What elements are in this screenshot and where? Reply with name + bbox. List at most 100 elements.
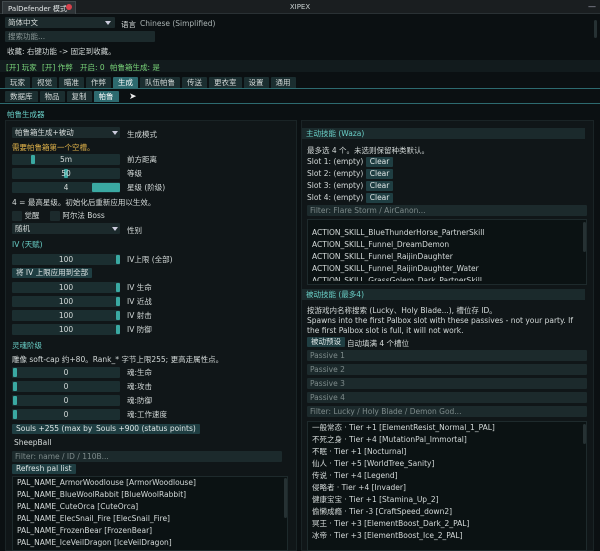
gender-select[interactable]: 随机 xyxy=(12,223,120,234)
spawn-mode-value: 帕鲁箱生成+被动 xyxy=(15,128,74,137)
list-item[interactable]: PAL_NAME_CuteOrca [CuteOrca] xyxy=(13,501,287,513)
list-item[interactable]: PAL_NAME_FrozenBear [FrozenBear] xyxy=(13,525,287,537)
passive-slot-3[interactable]: Passive 3 xyxy=(307,378,587,389)
chevron-down-icon xyxy=(112,227,118,231)
tab-wardrobe[interactable]: 更衣室 xyxy=(209,77,242,88)
list-item[interactable]: ACTION_SKILL_Funnel_RaijinDaughter_Water xyxy=(308,263,586,275)
slider-label: IV 生命 xyxy=(127,283,152,292)
list-item[interactable]: PAL_NAME_ElecSnail_Fire [ElecSnail_Fire] xyxy=(13,513,287,525)
slot-label: Slot 3: (empty) xyxy=(307,181,364,190)
passive-skill-list: 一般常态 · Tier +1 [ElementResist_Normal_1_P… xyxy=(307,421,587,551)
list-item[interactable]: 健康宝宝 · Tier +1 [Stamina_Up_2] xyxy=(308,494,586,506)
checkbox-box[interactable] xyxy=(12,211,22,221)
tab-cheat[interactable]: 作弊 xyxy=(86,77,111,88)
slider-value: 0 xyxy=(63,382,69,391)
minimize-icon[interactable]: — xyxy=(588,2,596,11)
tab-aim[interactable]: 瞄准 xyxy=(59,77,84,88)
language-select[interactable]: 简体中文 xyxy=(5,17,115,28)
list-item[interactable]: 冥王 · Tier +3 [ElementBoost_Dark_2_PAL] xyxy=(308,518,586,530)
passive-preset-button[interactable]: 被动预设 xyxy=(307,337,345,347)
clear-slot-button[interactable]: Clear xyxy=(365,193,394,203)
active-skill-list: ACTION_SKILL_BlueThunderHorse_PartnerSki… xyxy=(307,219,587,285)
passive-slot-4[interactable]: Passive 4 xyxy=(307,392,587,403)
status-pal-gen: 帕鲁箱生成: 是 xyxy=(110,63,160,72)
iv-defense-slider[interactable]: 100 IV 防御 xyxy=(12,324,295,335)
list-item[interactable]: 不眠 · Tier +1 [Nocturnal] xyxy=(308,446,586,458)
status-player: [开] 玩家 xyxy=(6,63,37,72)
apply-iv-all-button[interactable]: 将 IV 上限应用到全部 xyxy=(12,268,93,278)
active-skill-note: 最多选 4 个。未选则保留种类默认。 xyxy=(307,146,430,155)
search-input[interactable]: 搜索功能... xyxy=(5,31,155,42)
star-slider[interactable]: 4 星级 (阶级) xyxy=(12,182,295,193)
tab-player[interactable]: 玩家 xyxy=(5,77,30,88)
list-item[interactable]: ACTION_SKILL_GrassGolem_Dark_PartnerSkil… xyxy=(308,275,586,281)
iv-upper-slider[interactable]: 100 IV上限 (全部) xyxy=(12,254,295,265)
refresh-pal-list-button[interactable]: Refresh pal list xyxy=(12,464,76,474)
iv-melee-slider[interactable]: 100 IV 近战 xyxy=(12,296,295,307)
soul-note: 雕像 soft-cap 约+80。Rank_* 字节上限255; 更高走属性点。 xyxy=(12,355,224,364)
slider-label: 魂:生命 xyxy=(127,368,153,377)
list-item[interactable]: 传说 · Tier +4 [Legend] xyxy=(308,470,586,482)
window-scrollbar[interactable] xyxy=(594,20,597,38)
passive-filter-input[interactable]: Filter: Lucky / Holy Blade / Demon God..… xyxy=(307,406,587,417)
list-item[interactable]: PAL_NAME_BlueWoolRabbit [BlueWoolRabbit] xyxy=(13,489,287,501)
pal-list-scrollbar[interactable] xyxy=(284,478,287,518)
subtab-copy[interactable]: 复制 xyxy=(66,91,92,102)
level-slider[interactable]: 50 等级 xyxy=(12,168,295,179)
distance-slider[interactable]: 5m 前方距离 xyxy=(12,154,295,165)
soul-defense-slider[interactable]: 0 魂:防御 xyxy=(12,395,295,406)
list-item[interactable]: PAL_NAME_IceVeilDragon [IceVeilDragon] xyxy=(13,537,287,549)
clear-slot-button[interactable]: Clear xyxy=(365,169,394,179)
spawn-mode-select[interactable]: 帕鲁箱生成+被动 xyxy=(12,127,120,138)
passive-skill-title: 被动技能 (最多4) xyxy=(302,289,585,300)
iv-shot-slider[interactable]: 100 IV 射击 xyxy=(12,310,295,321)
list-item[interactable]: 仙人 · Tier +5 [WorldTree_Sanity] xyxy=(308,458,586,470)
passive-note-1: 按游戏内名称搜索 (Lucky、Holy Blade...), 槽位存 ID。 xyxy=(307,306,497,315)
list-item[interactable]: 不死之身 · Tier +4 [MutationPal_Immortal] xyxy=(308,434,586,446)
passive-list-scrollbar[interactable] xyxy=(583,424,586,444)
language-display: Chinese (Simplified) xyxy=(140,19,216,28)
tab-settings[interactable]: 设置 xyxy=(243,77,269,88)
passive-slot-2[interactable]: Passive 2 xyxy=(307,364,587,375)
alpha-boss-checkbox[interactable]: 阿尔法 Boss xyxy=(50,210,105,221)
soul-hp-slider[interactable]: 0 魂:生命 xyxy=(12,367,295,378)
soul-attack-slider[interactable]: 0 魂:攻击 xyxy=(12,381,295,392)
awaken-checkbox[interactable]: 觉醒 xyxy=(12,210,39,221)
subtab-items[interactable]: 物品 xyxy=(39,91,65,102)
slider-value: 100 xyxy=(58,255,74,264)
list-item[interactable]: ACTION_SKILL_Funnel_RaijinDaughter xyxy=(308,251,586,263)
list-item[interactable]: 冰帝 · Tier +3 [ElementBoost_Ice_2_PAL] xyxy=(308,530,586,542)
warning-text: 需要帕鲁箱第一个空槽。 xyxy=(12,143,95,152)
tab-team-pal[interactable]: 队伍帕鲁 xyxy=(140,77,180,88)
checkbox-box[interactable] xyxy=(50,211,60,221)
tab-general[interactable]: 通用 xyxy=(270,77,296,88)
list-item[interactable]: ACTION_SKILL_BlueThunderHorse_PartnerSki… xyxy=(308,227,586,239)
pal-filter-input[interactable]: Filter: name / ID / 110B... xyxy=(12,451,282,462)
clear-slot-button[interactable]: Clear xyxy=(365,157,394,167)
subtab-pal[interactable]: 帕鲁 xyxy=(93,91,119,102)
list-item[interactable]: 一般常态 · Tier +1 [ElementResist_Normal_1_P… xyxy=(308,422,586,434)
list-item[interactable]: ACTION_SKILL_Funnel_DreamDemon xyxy=(308,239,586,251)
slider-value: 100 xyxy=(58,325,74,334)
list-item[interactable]: 侵略者 · Tier +4 [Invader] xyxy=(308,482,586,494)
tab-visual[interactable]: 视觉 xyxy=(32,77,57,88)
skill-slot-1: Slot 1: (empty) Clear xyxy=(307,156,394,168)
active-skill-filter-input[interactable]: Filter: Flare Storm / AirCanon... xyxy=(307,205,587,216)
subtab-database[interactable]: 数据库 xyxy=(5,91,38,102)
slot-label: Slot 4: (empty) xyxy=(307,193,364,202)
soul-workspeed-slider[interactable]: 0 魂:工作速度 xyxy=(12,409,295,420)
spawn-mode-label: 生成模式 xyxy=(127,130,157,139)
iv-hp-slider[interactable]: 100 IV 生命 xyxy=(12,282,295,293)
clear-slot-button[interactable]: Clear xyxy=(365,181,394,191)
list-item[interactable]: PAL_NAME_ArmorWoodlouse [ArmorWoodlouse] xyxy=(13,477,287,489)
passive-slot-1[interactable]: Passive 1 xyxy=(307,350,587,361)
passive-autofill-button[interactable]: 自动填满 4 个槽位 xyxy=(347,338,409,349)
slider-label: IV上限 (全部) xyxy=(127,255,173,264)
souls-900-button[interactable]: Souls +900 (status points) xyxy=(92,424,200,434)
slider-value: 100 xyxy=(58,311,74,320)
active-list-scrollbar[interactable] xyxy=(583,222,586,252)
tab-teleport[interactable]: 传送 xyxy=(182,77,207,88)
tab-spawn[interactable]: 生成 xyxy=(113,77,138,88)
list-item[interactable]: 偷懒成瘾 · Tier -3 [CraftSpeed_down2] xyxy=(308,506,586,518)
